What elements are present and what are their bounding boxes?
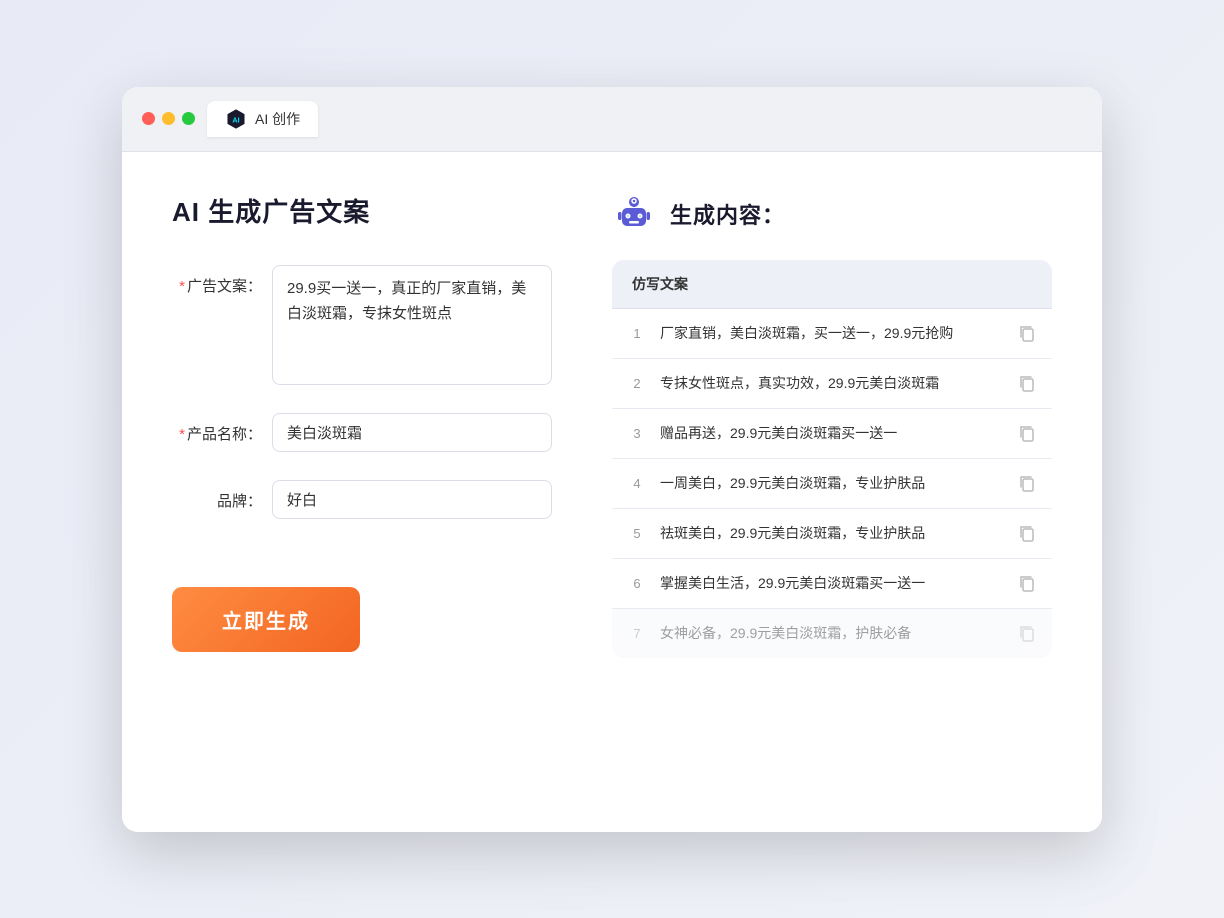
result-item-3: 3 赠品再送，29.9元美白淡斑霜买一送一 [612, 409, 1052, 459]
result-item-4: 4 一周美白，29.9元美白淡斑霜，专业护肤品 [612, 459, 1052, 509]
result-num-5: 5 [628, 526, 646, 541]
ai-tab[interactable]: AI AI 创作 [207, 101, 318, 137]
ad-copy-label: *广告文案： [172, 265, 262, 296]
copy-icon-5[interactable] [1018, 524, 1036, 542]
ad-copy-group: *广告文案： 29.9买一送一，真正的厂家直销，美白淡斑霜，专抹女性斑点 [172, 265, 552, 385]
copy-icon-4[interactable] [1018, 474, 1036, 492]
brand-group: 品牌： [172, 480, 552, 519]
right-panel: 生成内容： 仿写文案 1 厂家直销，美白淡斑霜，买一送一，29.9元抢购 2 专… [612, 192, 1052, 792]
right-header: 生成内容： [612, 192, 1052, 236]
copy-icon-2[interactable] [1018, 374, 1036, 392]
right-panel-title: 生成内容： [670, 198, 785, 230]
close-button[interactable] [142, 112, 155, 125]
product-name-group: *产品名称： [172, 413, 552, 452]
result-item-5: 5 祛斑美白，29.9元美白淡斑霜，专业护肤品 [612, 509, 1052, 559]
svg-text:AI: AI [232, 116, 239, 124]
generate-button[interactable]: 立即生成 [172, 587, 360, 652]
left-panel: AI 生成广告文案 *广告文案： 29.9买一送一，真正的厂家直销，美白淡斑霜，… [172, 192, 552, 792]
product-name-input[interactable] [272, 413, 552, 452]
result-text-2: 专抹女性斑点，真实功效，29.9元美白淡斑霜 [660, 373, 1004, 394]
result-item-7: 7 女神必备，29.9元美白淡斑霜，护肤必备 [612, 609, 1052, 658]
result-text-1: 厂家直销，美白淡斑霜，买一送一，29.9元抢购 [660, 323, 1004, 344]
robot-icon [612, 192, 656, 236]
copy-icon-7[interactable] [1018, 624, 1036, 642]
page-title: AI 生成广告文案 [172, 192, 552, 229]
titlebar: AI AI 创作 [122, 87, 1102, 152]
brand-input[interactable] [272, 480, 552, 519]
results-header: 仿写文案 [612, 260, 1052, 309]
result-item-2: 2 专抹女性斑点，真实功效，29.9元美白淡斑霜 [612, 359, 1052, 409]
results-container: 仿写文案 1 厂家直销，美白淡斑霜，买一送一，29.9元抢购 2 专抹女性斑点，… [612, 260, 1052, 658]
result-item-6: 6 掌握美白生活，29.9元美白淡斑霜买一送一 [612, 559, 1052, 609]
ai-hex-icon: AI [225, 108, 247, 130]
result-num-2: 2 [628, 376, 646, 391]
result-num-4: 4 [628, 476, 646, 491]
result-text-7: 女神必备，29.9元美白淡斑霜，护肤必备 [660, 623, 1004, 644]
result-num-1: 1 [628, 326, 646, 341]
product-name-label: *产品名称： [172, 413, 262, 444]
result-text-6: 掌握美白生活，29.9元美白淡斑霜买一送一 [660, 573, 1004, 594]
traffic-lights [142, 112, 195, 125]
ad-copy-input[interactable]: 29.9买一送一，真正的厂家直销，美白淡斑霜，专抹女性斑点 [272, 265, 552, 385]
copy-icon-1[interactable] [1018, 324, 1036, 342]
tab-label: AI 创作 [255, 109, 300, 129]
copy-icon-6[interactable] [1018, 574, 1036, 592]
content-area: AI 生成广告文案 *广告文案： 29.9买一送一，真正的厂家直销，美白淡斑霜，… [122, 152, 1102, 832]
result-num-6: 6 [628, 576, 646, 591]
result-num-7: 7 [628, 626, 646, 641]
result-text-3: 赠品再送，29.9元美白淡斑霜买一送一 [660, 423, 1004, 444]
result-item-1: 1 厂家直销，美白淡斑霜，买一送一，29.9元抢购 [612, 309, 1052, 359]
required-star-2: * [179, 426, 185, 443]
brand-label: 品牌： [172, 480, 262, 511]
minimize-button[interactable] [162, 112, 175, 125]
required-star-1: * [179, 278, 185, 295]
maximize-button[interactable] [182, 112, 195, 125]
result-text-4: 一周美白，29.9元美白淡斑霜，专业护肤品 [660, 473, 1004, 494]
copy-icon-3[interactable] [1018, 424, 1036, 442]
result-num-3: 3 [628, 426, 646, 441]
browser-window: AI AI 创作 AI 生成广告文案 *广告文案： 29.9买一送一，真正的厂家… [122, 87, 1102, 832]
result-text-5: 祛斑美白，29.9元美白淡斑霜，专业护肤品 [660, 523, 1004, 544]
